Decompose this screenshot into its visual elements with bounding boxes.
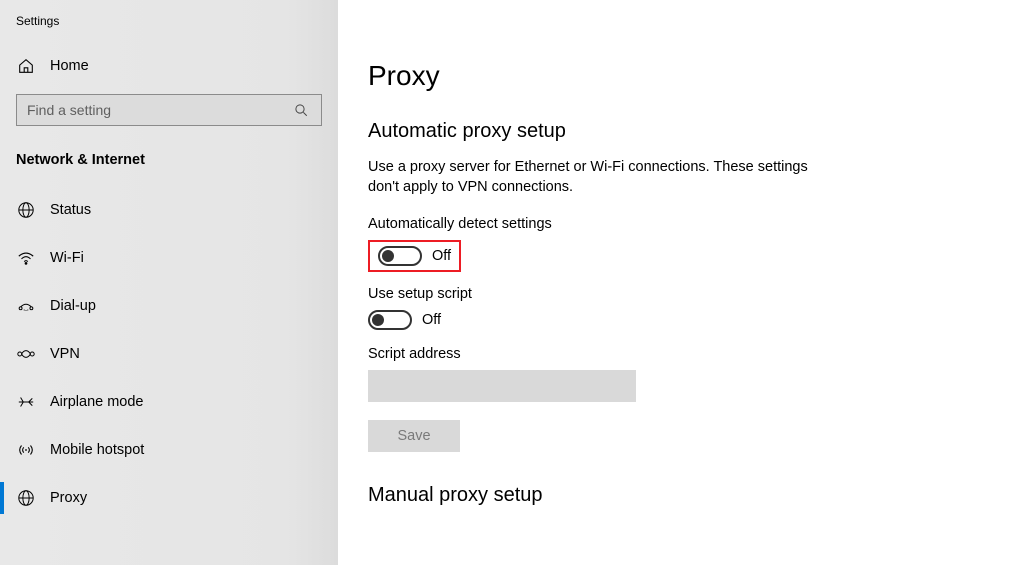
sidebar-item-dialup[interactable]: Dial-up [0, 282, 338, 330]
use-script-toggle[interactable] [368, 310, 412, 330]
sidebar-item-label: VPN [50, 346, 80, 362]
use-script-label: Use setup script [368, 286, 1024, 302]
section-manual-title: Manual proxy setup [368, 484, 1024, 507]
hotspot-icon [16, 440, 36, 460]
sidebar-item-hotspot[interactable]: Mobile hotspot [0, 426, 338, 474]
vpn-icon [16, 344, 36, 364]
sidebar-item-label: Status [50, 202, 91, 218]
sidebar-item-vpn[interactable]: VPN [0, 330, 338, 378]
main-content: Proxy Automatic proxy setup Use a proxy … [338, 0, 1024, 565]
search-input[interactable]: Find a setting [16, 94, 322, 126]
save-button[interactable]: Save [368, 420, 460, 452]
globe-icon [16, 200, 36, 220]
highlight-annotation: Off [368, 240, 461, 272]
sidebar-item-label: Mobile hotspot [50, 442, 144, 458]
auto-detect-toggle[interactable] [378, 246, 422, 266]
sidebar: Settings Home Find a setting Network & I… [0, 0, 338, 565]
page-title: Proxy [368, 60, 1024, 92]
sidebar-item-label: Airplane mode [50, 394, 144, 410]
sidebar-item-label: Wi-Fi [50, 250, 84, 266]
proxy-icon [16, 488, 36, 508]
sidebar-item-status[interactable]: Status [0, 186, 338, 234]
nav-home[interactable]: Home [0, 42, 338, 90]
script-address-input[interactable] [368, 370, 636, 402]
nav-home-label: Home [50, 58, 89, 74]
section-auto-title: Automatic proxy setup [368, 120, 1024, 143]
wifi-icon [16, 248, 36, 268]
sidebar-item-label: Proxy [50, 490, 87, 506]
home-icon [16, 56, 36, 76]
sidebar-item-proxy[interactable]: Proxy [0, 474, 338, 522]
sidebar-item-airplane[interactable]: Airplane mode [0, 378, 338, 426]
section-description: Use a proxy server for Ethernet or Wi-Fi… [368, 157, 808, 198]
sidebar-item-wifi[interactable]: Wi-Fi [0, 234, 338, 282]
dialup-icon [16, 296, 36, 316]
auto-detect-label: Automatically detect settings [368, 216, 1024, 232]
search-icon [291, 100, 311, 120]
category-header: Network & Internet [0, 144, 338, 182]
airplane-icon [16, 392, 36, 412]
nav-list: Status Wi-Fi Dial-up VPN Airplane mode [0, 186, 338, 522]
search-placeholder: Find a setting [27, 102, 111, 118]
sidebar-item-label: Dial-up [50, 298, 96, 314]
script-address-label: Script address [368, 346, 1024, 362]
auto-detect-toggle-row: Off [378, 246, 451, 266]
auto-detect-state: Off [432, 248, 451, 264]
use-script-state: Off [422, 312, 441, 328]
use-script-toggle-row: Off [368, 310, 1024, 330]
app-title: Settings [0, 8, 338, 42]
